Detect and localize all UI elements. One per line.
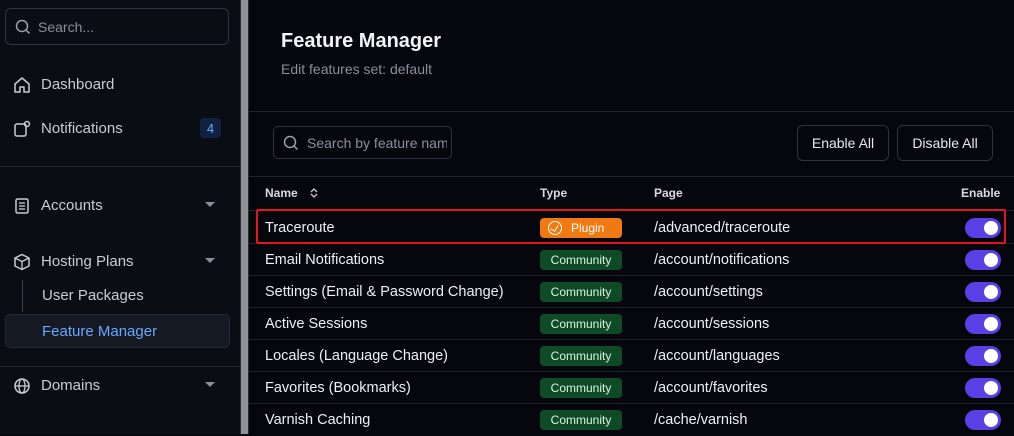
feature-page: /account/settings [654,284,763,300]
sidebar: Dashboard Notifications 4 Accounts Hosti… [0,0,240,434]
notification-icon [14,120,31,137]
sort-icon[interactable] [309,187,319,199]
column-header-enable: Enable [961,186,1001,200]
enable-toggle[interactable] [965,314,1001,334]
feature-search-input[interactable] [307,134,447,151]
type-badge-label: Plugin [571,221,605,235]
search-icon [15,19,31,34]
sidebar-subitem-user-packages[interactable]: User Packages [42,287,144,304]
table-row[interactable]: Active Sessions Community /account/sessi… [249,308,1014,340]
table-top-divider [249,176,1014,177]
plugin-icon [548,221,562,235]
sidebar-item-hosting-plans[interactable]: Hosting Plans [0,243,240,279]
type-badge-plugin: Plugin [540,218,622,238]
feature-name: Email Notifications [265,252,385,268]
toggle-knob [984,381,998,395]
table-row[interactable]: Settings (Email & Password Change) Commu… [249,276,1014,308]
enable-toggle[interactable] [965,346,1001,366]
sidebar-divider [0,166,240,167]
header-divider [249,111,1014,112]
feature-name: Locales (Language Change) [265,348,448,364]
enable-toggle[interactable] [965,410,1001,430]
enable-all-button[interactable]: Enable All [797,125,889,161]
sidebar-item-label: Notifications [41,119,123,137]
toggle-knob [984,349,998,363]
main-panel: Feature Manager Edit features set: defau… [249,0,1014,434]
column-header-name[interactable]: Name [265,186,319,200]
type-badge-community: Community [540,410,622,430]
sidebar-item-notifications[interactable]: Notifications 4 [0,110,240,146]
enable-toggle[interactable] [965,250,1001,270]
feature-page: /advanced/traceroute [654,220,791,236]
feature-name: Traceroute [265,220,335,236]
feature-page: /account/languages [654,348,780,364]
feature-name: Active Sessions [265,316,368,332]
notifications-count-badge: 4 [200,118,221,138]
feature-search[interactable] [273,126,452,159]
column-header-type: Type [540,186,568,200]
toggle-knob [984,413,998,427]
sidebar-item-domains[interactable]: Domains [0,367,240,403]
feature-page: /account/notifications [654,252,790,268]
sidebar-item-label: Dashboard [41,75,115,93]
toggle-knob [984,285,998,299]
toggle-knob [984,221,998,235]
enable-toggle[interactable] [965,218,1001,238]
type-badge-community: Community [540,250,622,270]
type-badge-community: Community [540,346,622,366]
feature-name: Varnish Caching [265,412,371,428]
chevron-down-icon [205,202,215,207]
feature-page: /cache/varnish [654,412,748,428]
chevron-down-icon [205,258,215,263]
type-badge-community: Community [540,314,622,334]
scrollbar-thumb[interactable] [241,0,248,434]
enable-toggle[interactable] [965,282,1001,302]
home-icon [14,77,30,93]
type-badge-community: Community [540,282,622,302]
sidebar-item-label: Domains [41,376,101,394]
sidebar-item-label: Hosting Plans [41,252,134,270]
type-badge-community: Community [540,378,622,398]
feature-page: /account/sessions [654,316,770,332]
package-icon [14,253,30,271]
header-row-divider [249,210,1014,211]
page-subtitle: Edit features set: default [281,61,432,77]
search-icon [283,135,299,150]
sidebar-search[interactable] [5,8,229,45]
toggle-knob [984,317,998,331]
sidebar-search-input[interactable] [38,18,218,35]
feature-name: Settings (Email & Password Change) [265,284,504,300]
sidebar-scrollbar[interactable] [240,0,249,434]
sidebar-item-label: Accounts [41,196,103,214]
column-header-label: Name [265,186,298,200]
book-icon [15,198,29,214]
globe-icon [14,378,30,394]
sidebar-subitem-label: Feature Manager [42,323,158,340]
column-header-page: Page [654,186,683,200]
table-row[interactable]: Locales (Language Change) Community /acc… [249,340,1014,372]
tree-line [22,280,23,312]
page-title: Feature Manager [281,30,442,52]
sidebar-item-dashboard[interactable]: Dashboard [0,66,240,102]
table-row[interactable]: Varnish Caching Community /cache/varnish [249,404,1014,436]
feature-page: /account/favorites [654,380,768,396]
sidebar-item-accounts[interactable]: Accounts [0,187,240,223]
disable-all-button[interactable]: Disable All [897,125,993,161]
enable-toggle[interactable] [965,378,1001,398]
toggle-knob [984,253,998,267]
table-row[interactable]: Favorites (Bookmarks) Community /account… [249,372,1014,404]
table-row[interactable]: Traceroute Plugin /advanced/traceroute [249,212,1014,244]
table-row[interactable]: Email Notifications Community /account/n… [249,244,1014,276]
chevron-down-icon [205,382,215,387]
feature-name: Favorites (Bookmarks) [265,380,411,396]
